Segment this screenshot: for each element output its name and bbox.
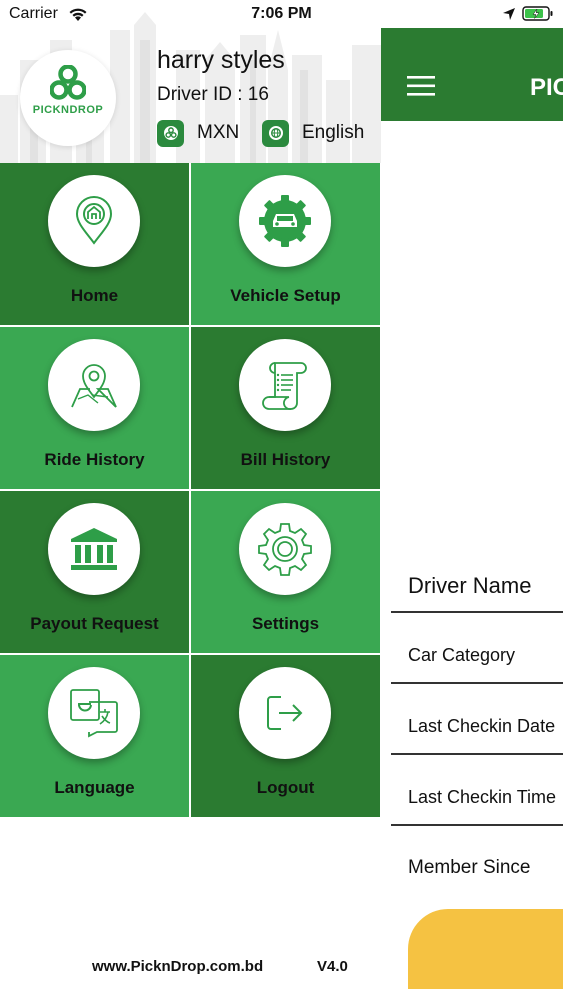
language-label: English bbox=[302, 122, 365, 143]
currency-label: MXN bbox=[197, 122, 240, 143]
app-version: V4.0 bbox=[317, 958, 348, 975]
menu-item-settings[interactable]: Settings bbox=[191, 491, 380, 653]
last-checkin-date-label: Last Checkin Date bbox=[408, 716, 556, 736]
member-since-label: Member Since bbox=[408, 857, 531, 878]
menu-item-bill-history[interactable]: Bill History bbox=[191, 327, 380, 489]
logout-icon bbox=[239, 667, 331, 759]
info-row-last-checkin-time: Last Checkin Time bbox=[391, 755, 563, 826]
menu-item-language[interactable]: Language bbox=[0, 655, 189, 817]
menu-label-bill-history: Bill History bbox=[240, 450, 331, 469]
gear-icon bbox=[239, 503, 331, 595]
action-button[interactable] bbox=[408, 909, 563, 989]
language-chip[interactable]: English bbox=[262, 119, 364, 147]
app-title: PIC bbox=[530, 74, 563, 101]
driver-name-label: Driver Name bbox=[408, 573, 532, 598]
logo-text: PICKNDROP bbox=[32, 104, 104, 116]
menu-item-payout-request[interactable]: Payout Request bbox=[0, 491, 189, 653]
menu-label-settings: Settings bbox=[251, 614, 320, 633]
info-row-member-since: Member Since bbox=[391, 826, 563, 886]
website-link[interactable]: www.PicknDrop.com.bd bbox=[92, 958, 263, 975]
menu-label-vehicle-setup: Vehicle Setup bbox=[230, 286, 341, 305]
last-checkin-time-label: Last Checkin Time bbox=[408, 787, 557, 807]
info-row-car-category: Car Category bbox=[391, 613, 563, 684]
info-row-driver-name: Driver Name bbox=[391, 560, 563, 613]
menu-item-vehicle-setup[interactable]: Vehicle Setup bbox=[191, 163, 380, 325]
menu-label-ride-history: Ride History bbox=[44, 450, 145, 469]
main-content: PIC Driver Name Car Category Last Checki… bbox=[381, 0, 563, 1000]
navigation-drawer: PICKNDROP harry styles Driver ID : 16 MX… bbox=[0, 0, 381, 1000]
info-row-last-checkin-date: Last Checkin Date bbox=[391, 684, 563, 755]
home-pin-icon bbox=[48, 175, 140, 267]
menu-label-language: Language bbox=[54, 778, 135, 797]
menu-item-logout[interactable]: Logout bbox=[191, 655, 380, 817]
globe-icon bbox=[262, 119, 289, 147]
app-bar: PIC bbox=[381, 28, 563, 121]
menu-item-home[interactable]: Home bbox=[0, 163, 189, 325]
driver-id: Driver ID : 16 bbox=[157, 84, 269, 105]
menu-label-home: Home bbox=[70, 286, 119, 305]
car-gear-icon bbox=[239, 175, 331, 267]
receipt-scroll-icon bbox=[239, 339, 331, 431]
menu-label-payout-request: Payout Request bbox=[30, 614, 159, 633]
map-pin-icon bbox=[48, 339, 140, 431]
brand-logo: PICKNDROP bbox=[20, 50, 116, 146]
menu-item-ride-history[interactable]: Ride History bbox=[0, 327, 189, 489]
bank-icon bbox=[48, 503, 140, 595]
status-time: 7:06 PM bbox=[251, 5, 312, 22]
menu-icon[interactable] bbox=[407, 75, 435, 97]
menu-label-logout: Logout bbox=[256, 778, 315, 797]
currency-chip[interactable]: MXN bbox=[157, 119, 239, 147]
location-arrow-icon bbox=[503, 8, 515, 20]
logo-mark-icon bbox=[50, 65, 86, 100]
driver-name: harry styles bbox=[157, 46, 285, 74]
battery-icon bbox=[522, 6, 553, 21]
status-bar: Carrier 7:06 PM bbox=[0, 0, 563, 28]
translate-icon bbox=[48, 667, 140, 759]
car-category-label: Car Category bbox=[408, 645, 516, 665]
currency-icon bbox=[157, 119, 184, 147]
